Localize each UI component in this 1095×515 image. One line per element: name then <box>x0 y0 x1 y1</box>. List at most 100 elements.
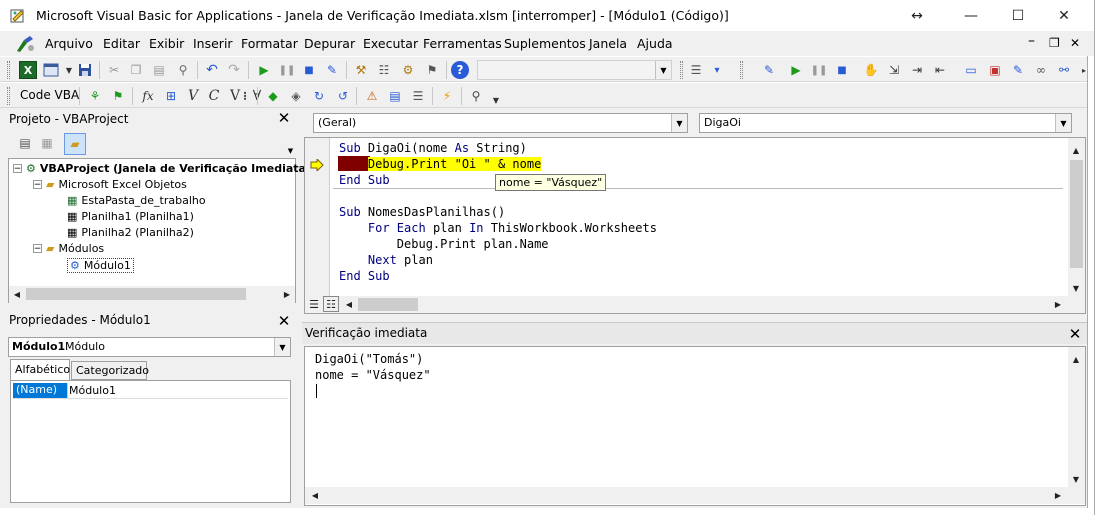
chevron-down-icon[interactable]: ▼ <box>1055 114 1071 132</box>
properties-object-combo[interactable]: Módulo1 Módulo ▼ <box>8 337 291 357</box>
scroll-left-icon[interactable]: ◀ <box>341 296 357 312</box>
scroll-up-icon[interactable]: ▲ <box>1068 142 1084 158</box>
collapse-icon[interactable]: − <box>33 180 42 190</box>
variable-icon[interactable]: V <box>184 87 202 105</box>
chevron-down-icon[interactable]: ▼ <box>655 61 671 79</box>
tree-folder-excel[interactable]: − ▰ Microsoft Excel Objetos <box>33 178 187 191</box>
scroll-up-icon[interactable]: ▲ <box>1068 351 1084 367</box>
code-vba-tool-icon[interactable]: ⚠ <box>363 87 381 105</box>
maximize-button[interactable]: ☐ <box>995 0 1041 31</box>
menu-formatar[interactable]: Formatar <box>241 36 298 51</box>
cut-icon[interactable]: ✂ <box>105 61 123 79</box>
immediate-window[interactable]: DigaOi("Tomás") nome = "Vásquez" ▲ ▼ ◀ ▶ <box>304 346 1086 506</box>
edit-toolbar-icon[interactable]: ☰ <box>687 61 705 79</box>
scroll-right-icon[interactable]: ▶ <box>279 286 295 302</box>
code-vba-tool-icon[interactable]: ◈ <box>287 87 305 105</box>
code-editor[interactable]: Sub DigaOi(nome As String) Debug.Print "… <box>304 137 1086 314</box>
mdi-minimize-button[interactable]: – <box>1028 33 1035 49</box>
scroll-thumb[interactable] <box>1070 160 1083 268</box>
view-code-icon[interactable]: ▤ <box>16 134 34 152</box>
menu-inserir[interactable]: Inserir <box>193 36 233 51</box>
object-combo[interactable]: (Geral) ▼ <box>313 113 688 133</box>
code-line-5[interactable]: For Each plan In ThisWorkbook.Worksheets <box>339 221 657 235</box>
code-line-4[interactable]: Sub NomesDasPlanilhas() <box>339 205 505 219</box>
menu-ajuda[interactable]: Ajuda <box>637 36 673 51</box>
scroll-thumb[interactable] <box>26 288 246 300</box>
toolbar-grip[interactable] <box>7 87 10 105</box>
save-icon[interactable] <box>76 61 94 79</box>
reset-icon[interactable]: ■ <box>300 61 318 79</box>
toggle-folders-icon[interactable]: ▰ <box>64 133 86 155</box>
debug-run-icon[interactable]: ▶ <box>787 61 805 79</box>
properties-close-icon[interactable]: ✕ <box>275 312 293 330</box>
debug-break-icon[interactable]: ❚❚ <box>810 61 828 79</box>
mdi-close-button[interactable]: ✕ <box>1070 36 1080 50</box>
menu-suplementos[interactable]: Suplementos <box>504 36 586 51</box>
vba-menu-icon[interactable] <box>14 34 36 54</box>
position-combo[interactable]: ▼ <box>477 60 672 80</box>
insert-userform-icon[interactable] <box>42 61 60 79</box>
tree-item-module1[interactable]: ⚙ Módulo1 <box>67 258 134 273</box>
find-icon[interactable]: ⚲ <box>174 61 192 79</box>
immediate-close-icon[interactable]: ✕ <box>1066 325 1084 343</box>
object-browser-icon[interactable]: ⚙ <box>399 61 417 79</box>
toolbox-icon[interactable]: ⚑ <box>423 61 441 79</box>
project-hscroll[interactable]: ◀ ▶ <box>9 286 295 303</box>
view-object-icon[interactable]: ▦ <box>38 134 56 152</box>
locals-window-icon[interactable]: ▭ <box>962 61 980 79</box>
copy-icon[interactable]: ❐ <box>127 61 145 79</box>
step-into-icon[interactable]: ⇲ <box>885 61 903 79</box>
search-icon[interactable]: ⚲ <box>467 87 485 105</box>
menu-arquivo[interactable]: Arquivo <box>45 36 93 51</box>
mdi-restore-button[interactable]: ❐ <box>1049 36 1060 50</box>
code-line-3[interactable]: End Sub <box>339 173 390 187</box>
run-icon[interactable]: ▶ <box>255 61 273 79</box>
menu-ferramentas[interactable]: Ferramentas <box>423 36 502 51</box>
scroll-thumb[interactable] <box>358 298 418 311</box>
resize-arrows-icon[interactable]: ↔ <box>894 0 940 31</box>
collapse-icon[interactable]: − <box>33 244 42 254</box>
tree-root[interactable]: − ⚙ VBAProject (Janela de Verificação Im… <box>13 162 306 175</box>
code-hscroll[interactable]: ☰ ☷ ◀ ▶ <box>305 296 1085 313</box>
scroll-left-icon[interactable]: ◀ <box>9 286 25 302</box>
scroll-right-icon[interactable]: ▶ <box>1050 296 1066 312</box>
toolbar-grip[interactable] <box>7 61 10 79</box>
scroll-left-icon[interactable]: ◀ <box>307 487 323 503</box>
collapse-icon[interactable]: − <box>13 164 22 174</box>
scroll-down-icon[interactable]: ▼ <box>1068 471 1084 487</box>
chevron-down-icon[interactable]: ▼ <box>671 114 687 132</box>
immediate-window-icon[interactable]: ▣ <box>986 61 1004 79</box>
full-module-view-icon[interactable]: ☷ <box>323 296 339 312</box>
help-icon[interactable]: ? <box>451 61 469 79</box>
immediate-vscroll[interactable]: ▲ ▼ <box>1068 347 1085 487</box>
project-explorer-icon[interactable]: ⚒ <box>352 61 370 79</box>
watch-window-icon[interactable]: ✎ <box>1009 61 1027 79</box>
menu-janela[interactable]: Janela <box>589 36 627 51</box>
insert-code-icon[interactable]: ⊞ <box>162 87 180 105</box>
toolbar-options-icon[interactable]: ▾ <box>708 61 726 79</box>
code-vscroll[interactable]: ▲ ▼ <box>1068 138 1085 296</box>
function-icon[interactable]: fx <box>139 87 157 105</box>
debug-reset-icon[interactable]: ■ <box>833 61 851 79</box>
step-out-icon[interactable]: ⇤ <box>931 61 949 79</box>
redo-icon[interactable]: ↷ <box>225 61 243 79</box>
code-vba-tool-icon[interactable]: ▤ <box>386 87 404 105</box>
menu-executar[interactable]: Executar <box>363 36 418 51</box>
minimize-button[interactable]: — <box>948 0 994 31</box>
project-close-icon[interactable]: ✕ <box>275 109 293 127</box>
chevron-down-icon[interactable]: ▼ <box>274 338 290 356</box>
menu-editar[interactable]: Editar <box>103 36 140 51</box>
immediate-hscroll[interactable]: ◀ ▶ <box>305 487 1085 504</box>
break-icon[interactable]: ❚❚ <box>278 61 296 79</box>
project-toolbar-more[interactable]: ▼ <box>285 130 296 158</box>
close-button[interactable]: ✕ <box>1041 0 1087 31</box>
code-line-2[interactable]: Debug.Print "Oi " & nome <box>339 157 542 171</box>
menu-depurar[interactable]: Depurar <box>304 36 355 51</box>
code-line-1[interactable]: Sub DigaOi(nome As String) <box>339 141 527 155</box>
tab-alfabetico[interactable]: Alfabético <box>10 359 70 381</box>
toolbar-more-icon[interactable]: ▼ <box>487 91 505 109</box>
scroll-down-icon[interactable]: ▼ <box>1068 280 1084 296</box>
code-line-8[interactable]: End Sub <box>339 269 390 283</box>
code-vba-tool-icon[interactable]: ☰ <box>409 87 427 105</box>
lightning-icon[interactable]: ⚡ <box>438 87 456 105</box>
